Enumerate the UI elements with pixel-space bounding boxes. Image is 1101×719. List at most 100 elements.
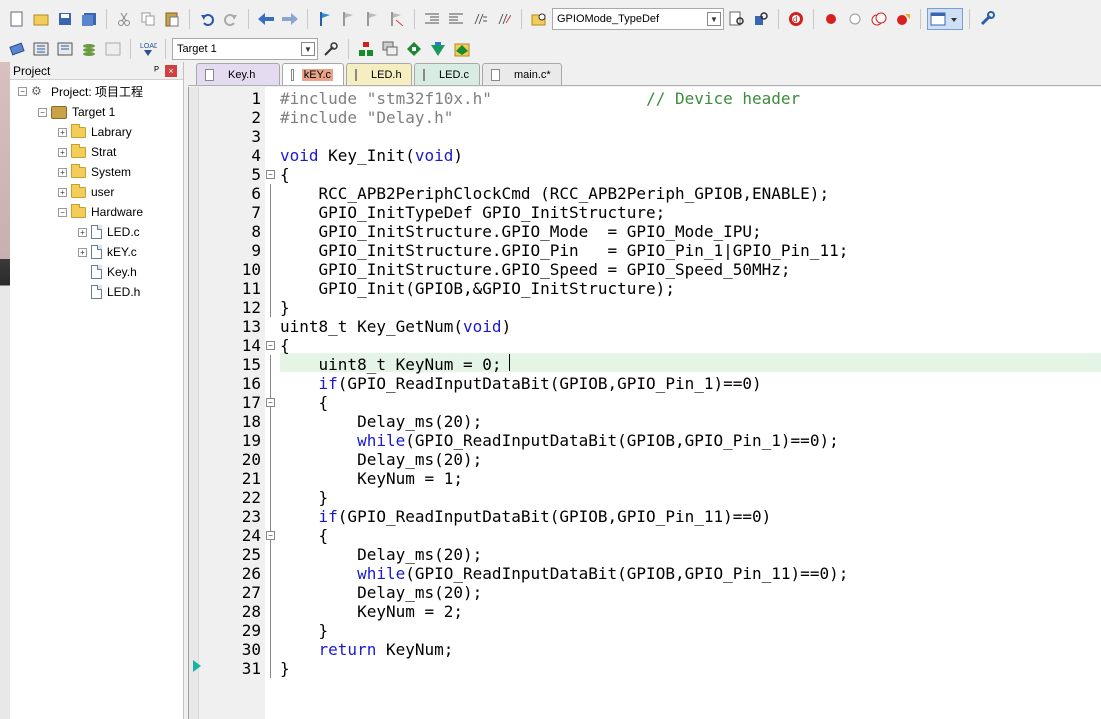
comment-icon[interactable] [469, 8, 491, 30]
tree-file-label: LED.h [107, 285, 141, 299]
undo-icon[interactable] [196, 8, 218, 30]
tab-led-h[interactable]: LED.h [346, 63, 412, 85]
bookmark-icon[interactable] [314, 8, 336, 30]
fold-guide [265, 184, 275, 317]
rebuild-icon[interactable] [54, 38, 76, 60]
configure-icon[interactable] [976, 8, 998, 30]
code-line: GPIO_Init(GPIOB,&GPIO_InitStructure); [280, 279, 675, 298]
toolbar-separator [920, 9, 921, 29]
tab-key-h[interactable]: Key.h [196, 63, 280, 85]
uncomment-icon[interactable] [493, 8, 515, 30]
code-text: KeyNum; [376, 640, 454, 659]
pin-icon[interactable]: ᴾ [154, 65, 159, 77]
chevron-down-icon[interactable]: ▼ [707, 12, 721, 26]
collapse-icon[interactable]: − [18, 86, 27, 96]
tree-file-led-c[interactable]: + LED.c [78, 222, 140, 242]
debug-session-icon[interactable]: d [785, 8, 807, 30]
clear-bookmarks-icon[interactable] [386, 8, 408, 30]
expand-icon[interactable]: + [58, 127, 67, 137]
project-panel-title: Project [13, 63, 51, 78]
disable-all-breakpoints-icon[interactable] [868, 8, 890, 30]
cut-icon[interactable] [113, 8, 135, 30]
kill-all-breakpoints-icon[interactable] [892, 8, 914, 30]
incremental-find-icon[interactable] [750, 8, 772, 30]
collapse-icon[interactable]: − [58, 207, 67, 217]
chevron-down-icon[interactable]: ▼ [301, 42, 315, 56]
breakpoint-icon[interactable] [820, 8, 842, 30]
line-number: 13 [241, 317, 261, 336]
tree-group-hardware[interactable]: − Hardware [58, 202, 143, 222]
nav-back-icon[interactable] [255, 8, 277, 30]
tab-main-c[interactable]: main.c* [482, 63, 562, 85]
build-icon[interactable] [30, 38, 52, 60]
expand-icon[interactable]: + [58, 147, 67, 157]
disable-breakpoint-icon[interactable] [844, 8, 866, 30]
select-pack-icon[interactable] [427, 38, 449, 60]
tree-target[interactable]: − Target 1 [38, 102, 115, 122]
tree-group-user[interactable]: + user [58, 182, 114, 202]
open-folder-icon[interactable] [30, 8, 52, 30]
tree-file-key-c[interactable]: + kEY.c [78, 242, 137, 262]
keyword-token: void [463, 317, 502, 336]
code-line: GPIO_InitStructure.GPIO_Speed = GPIO_Spe… [280, 260, 791, 279]
unindent-icon[interactable] [445, 8, 467, 30]
code-editor[interactable]: 1 2 3 4 5 6 7 8 9 10 11 12 13 14 15 16 1… [188, 87, 1101, 719]
line-number: 4 [251, 146, 261, 165]
prev-bookmark-icon[interactable] [338, 8, 360, 30]
tree-group-strat[interactable]: + Strat [58, 142, 116, 162]
line-number: 12 [241, 298, 261, 317]
collapse-icon[interactable]: − [38, 107, 47, 117]
expand-icon[interactable]: + [58, 167, 67, 177]
keyword-token: if [318, 507, 338, 526]
find-in-files-icon[interactable] [528, 8, 550, 30]
redo-icon[interactable] [220, 8, 242, 30]
function-combo[interactable]: GPIOMode_TypeDef ▼ [552, 8, 724, 30]
open-folder-icon [71, 203, 86, 218]
manage-components-icon[interactable] [355, 38, 377, 60]
paste-icon[interactable] [161, 8, 183, 30]
target-options-icon[interactable] [320, 38, 342, 60]
translate-icon[interactable] [6, 38, 28, 60]
code-line: GPIO_InitStructure.GPIO_Pin = GPIO_Pin_1… [280, 241, 849, 260]
next-bookmark-icon[interactable] [362, 8, 384, 30]
expand-icon[interactable]: + [78, 247, 87, 257]
tab-led-c[interactable]: LED.c [414, 63, 480, 85]
line-number: 28 [241, 602, 261, 621]
indent-icon[interactable] [421, 8, 443, 30]
nav-forward-icon[interactable] [279, 8, 301, 30]
line-number: 30 [241, 640, 261, 659]
expand-icon[interactable]: + [58, 187, 67, 197]
fold-marker[interactable]: − [265, 336, 275, 355]
file-icon [91, 285, 102, 299]
fold-marker[interactable]: − [265, 165, 275, 184]
copy-icon[interactable] [137, 8, 159, 30]
expand-icon[interactable]: + [78, 227, 87, 237]
fold-marker[interactable]: − [265, 393, 275, 412]
tree-root[interactable]: − ⚙ Project: 项目工程 [18, 81, 143, 101]
stop-build-icon[interactable] [102, 38, 124, 60]
main-toolbar: GPIOMode_TypeDef ▼ d [0, 4, 1101, 34]
tree-file-key-h[interactable]: Key.h [91, 262, 137, 282]
download-icon[interactable]: LOAD [137, 38, 159, 60]
save-icon[interactable] [54, 8, 76, 30]
breakpoint-gutter[interactable] [189, 87, 199, 719]
batch-build-icon[interactable] [78, 38, 100, 60]
target-combo[interactable]: Target 1 ▼ [172, 38, 318, 60]
fold-marker[interactable]: − [265, 526, 275, 545]
line-number: 6 [251, 184, 261, 203]
tree-group-system[interactable]: + System [58, 162, 131, 182]
window-layout-icon[interactable] [927, 8, 963, 30]
svg-text:d: d [793, 15, 797, 24]
manage-rte-icon[interactable] [451, 38, 473, 60]
file-extensions-icon[interactable] [379, 38, 401, 60]
tree-group-labrary[interactable]: + Labrary [58, 122, 132, 142]
pack-installer-icon[interactable] [403, 38, 425, 60]
find-icon[interactable] [726, 8, 748, 30]
tree-file-led-h[interactable]: LED.h [91, 282, 140, 302]
tab-key-c[interactable]: kEY.c [282, 63, 344, 85]
close-icon[interactable]: × [165, 64, 177, 77]
new-file-icon[interactable] [6, 8, 28, 30]
save-all-icon[interactable] [78, 8, 100, 30]
